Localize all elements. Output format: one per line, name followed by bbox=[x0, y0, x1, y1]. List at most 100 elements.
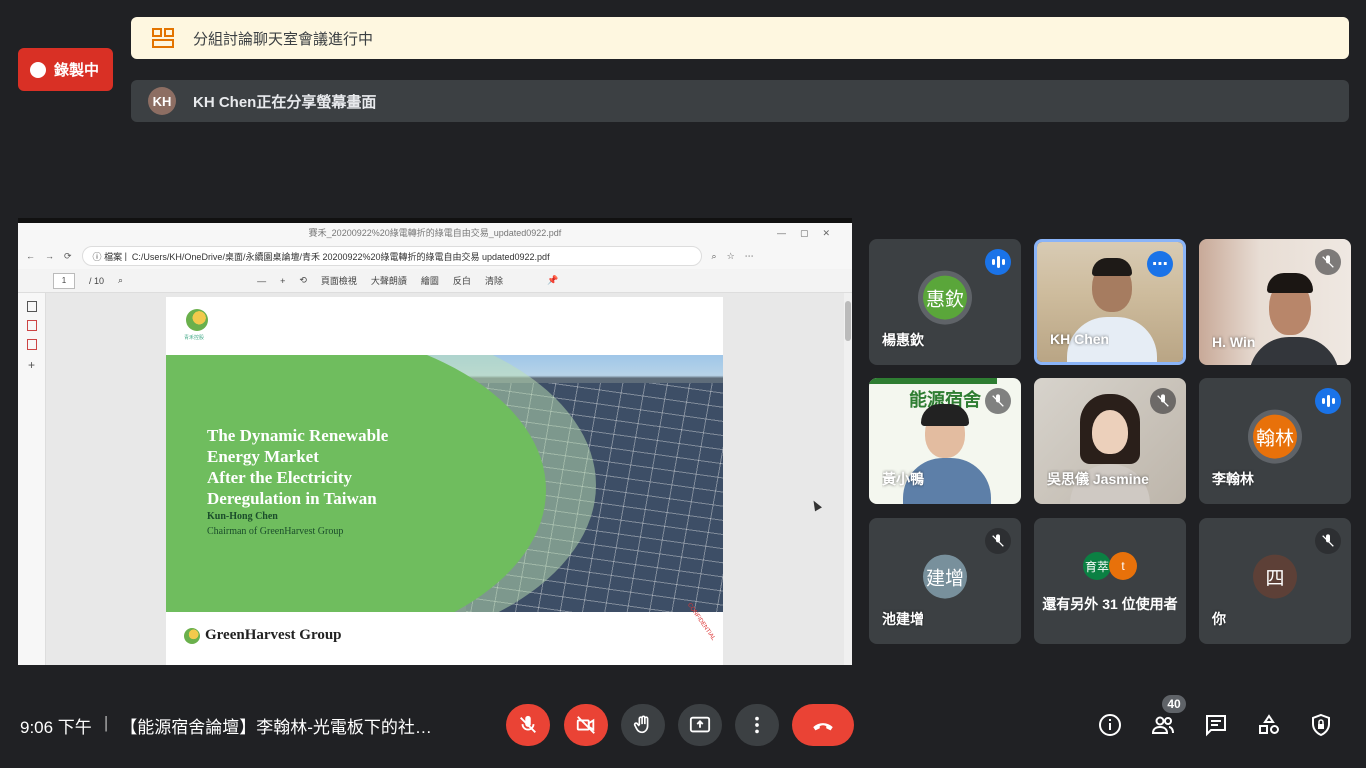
hang-up-icon bbox=[813, 723, 833, 731]
participant-tile[interactable]: 翰林 李翰林 bbox=[1199, 378, 1351, 504]
pdf-file-icon bbox=[26, 339, 37, 350]
favorite-icon: ☆ bbox=[726, 250, 735, 261]
chat-icon bbox=[1206, 715, 1226, 737]
mic-off-icon bbox=[1315, 528, 1341, 554]
zoom-out-icon: — bbox=[257, 275, 267, 286]
divider: | bbox=[103, 713, 109, 732]
recording-badge[interactable]: 錄製中 bbox=[18, 48, 113, 91]
slide-hero: The Dynamic Renewable Energy Market Afte… bbox=[166, 355, 723, 612]
participant-avatar: 建增 bbox=[923, 554, 967, 599]
participant-tile-self[interactable]: 四 你 bbox=[1199, 518, 1351, 644]
info-icon: ⓘ bbox=[92, 251, 105, 262]
host-controls-button[interactable] bbox=[1308, 712, 1334, 738]
others-avatars: 育萃 t bbox=[1083, 552, 1137, 580]
footer-text: GreenHarvest Group bbox=[205, 627, 342, 643]
participant-avatar: 四 bbox=[1253, 554, 1297, 599]
pdf-sidebar: + bbox=[18, 293, 46, 665]
logo-caption: 青禾控股 bbox=[184, 335, 205, 341]
pdf-page-number: 1 bbox=[53, 272, 75, 289]
camera-off-icon bbox=[576, 716, 595, 734]
participant-tile-active[interactable]: ⋯ KH Chen bbox=[1034, 239, 1186, 365]
window-title: 賽禾_20200922%20綠電轉折的綠電自由交易_updated0922.pd… bbox=[308, 228, 562, 238]
raise-hand-button[interactable] bbox=[621, 704, 665, 746]
pdf-file-icon bbox=[26, 320, 37, 331]
window-title-bar: 賽禾_20200922%20綠電轉折的綠電自由交易_updated0922.pd… bbox=[18, 223, 852, 243]
mic-off-icon bbox=[1315, 249, 1341, 275]
participant-name: 楊惠欽 bbox=[882, 332, 924, 348]
participant-name: 你 bbox=[1212, 611, 1226, 627]
pages-icon bbox=[26, 301, 37, 312]
presenter-avatar: KH bbox=[148, 87, 176, 115]
others-count-text: 還有另外 31 位使用者 bbox=[1042, 596, 1178, 612]
present-screen-button[interactable] bbox=[678, 704, 722, 746]
pdf-slide: 青禾控股 The Dynamic Renewable Energy Market… bbox=[166, 297, 723, 665]
participant-tile[interactable]: 吳思儀 Jasmine bbox=[1034, 378, 1186, 504]
pdf-scrollbar bbox=[844, 293, 852, 665]
camera-toggle-button[interactable] bbox=[564, 704, 608, 746]
record-dot-icon bbox=[30, 61, 46, 78]
participant-tile[interactable]: 惠欽 楊惠欽 bbox=[869, 239, 1021, 365]
pdf-viewer: + 青禾控股 The Dynamic Renewable Energy Mark… bbox=[18, 293, 852, 665]
participant-name: 池建增 bbox=[882, 611, 924, 627]
present-icon bbox=[689, 716, 711, 733]
add-icon: + bbox=[27, 358, 35, 372]
breakout-rooms-icon bbox=[152, 28, 174, 48]
slide-author: Kun-Hong Chen bbox=[207, 511, 278, 522]
hand-icon bbox=[633, 715, 649, 734]
people-button[interactable] bbox=[1150, 712, 1176, 738]
footer-logo bbox=[184, 627, 200, 644]
participant-tile[interactable]: 建增 池建增 bbox=[869, 518, 1021, 644]
more-options-icon[interactable]: ⋯ bbox=[1147, 251, 1173, 277]
zoom-icon: ⌕ bbox=[711, 250, 717, 261]
shield-lock-icon bbox=[1312, 713, 1330, 737]
activities-icon bbox=[1259, 714, 1279, 734]
participant-tile[interactable]: 能源宿舍 黃小鴨 bbox=[869, 378, 1021, 504]
browser-address-row: ← → ⟳ ⓘ 檔案 | C:/Users/KH/OneDrive/桌面/永續園… bbox=[18, 243, 852, 269]
more-icon: ⋯ bbox=[744, 250, 754, 261]
sharing-banner: KH KH Chen正在分享螢幕畫面 bbox=[131, 80, 1349, 122]
rotate-icon: ⟲ bbox=[299, 275, 307, 285]
chat-button[interactable] bbox=[1203, 712, 1229, 738]
meeting-title: 【能源宿舍論壇】李翰林-光電板下的社… bbox=[120, 718, 432, 737]
forward-icon: → bbox=[45, 251, 54, 261]
activities-button[interactable] bbox=[1256, 712, 1282, 738]
mini-avatar: 育萃 bbox=[1083, 552, 1111, 580]
participant-tile[interactable]: H. Win bbox=[1199, 239, 1351, 365]
mini-avatar: t bbox=[1109, 552, 1137, 580]
pdf-tool-0: 頁面檢視 bbox=[320, 276, 357, 286]
participant-name: 吳思儀 Jasmine bbox=[1047, 471, 1149, 487]
people-count-badge: 40 bbox=[1162, 695, 1186, 713]
mic-off-icon bbox=[1150, 388, 1176, 414]
meeting-info: 9:06 下午 | 【能源宿舍論壇】李翰林-光電板下的社… bbox=[20, 713, 432, 738]
shared-screen: 賽禾_20200922%20綠電轉折的綠電自由交易_updated0922.pd… bbox=[18, 218, 852, 665]
pdf-tool-4: 清除 bbox=[484, 276, 503, 286]
more-options-button[interactable] bbox=[735, 704, 779, 746]
participant-name: H. Win bbox=[1212, 334, 1256, 350]
more-vertical-icon bbox=[755, 716, 759, 734]
others-tile[interactable]: 育萃 t 還有另外 31 位使用者 bbox=[1034, 518, 1186, 644]
back-icon: ← bbox=[26, 251, 35, 261]
greenharvest-logo bbox=[186, 309, 208, 331]
mic-off-icon bbox=[985, 388, 1011, 414]
address-label: 檔案 bbox=[104, 251, 123, 262]
breakout-text: 分組討論聊天室會議進行中 bbox=[193, 30, 374, 48]
clock-time: 9:06 下午 bbox=[20, 718, 92, 737]
mic-toggle-button[interactable] bbox=[506, 704, 550, 746]
pdf-tool-3: 反白 bbox=[452, 276, 471, 286]
mic-off-icon bbox=[985, 528, 1011, 554]
pdf-toolbar: 1 / 10 ⌕ — + ⟲ 頁面檢視 大聲朗讀 繪圖 反白 清除 📌 bbox=[18, 269, 852, 293]
pdf-tool-2: 繪圖 bbox=[420, 276, 439, 286]
info-icon bbox=[1099, 714, 1121, 736]
mic-off-icon bbox=[520, 715, 536, 733]
slide-role: Chairman of GreenHarvest Group bbox=[207, 526, 344, 537]
slide-footer: GreenHarvest Group bbox=[184, 627, 342, 644]
breakout-banner: 分組討論聊天室會議進行中 bbox=[131, 17, 1349, 59]
participant-name: 李翰林 bbox=[1212, 471, 1254, 487]
leave-call-button[interactable] bbox=[792, 704, 854, 746]
participant-avatar: 翰林 bbox=[1253, 414, 1297, 459]
participant-name: KH Chen bbox=[1050, 331, 1110, 347]
pin-icon: 📌 bbox=[546, 275, 559, 285]
meeting-details-button[interactable] bbox=[1097, 712, 1123, 738]
zoom-in-icon: + bbox=[280, 275, 286, 286]
sharing-text: KH Chen正在分享螢幕畫面 bbox=[193, 93, 377, 111]
